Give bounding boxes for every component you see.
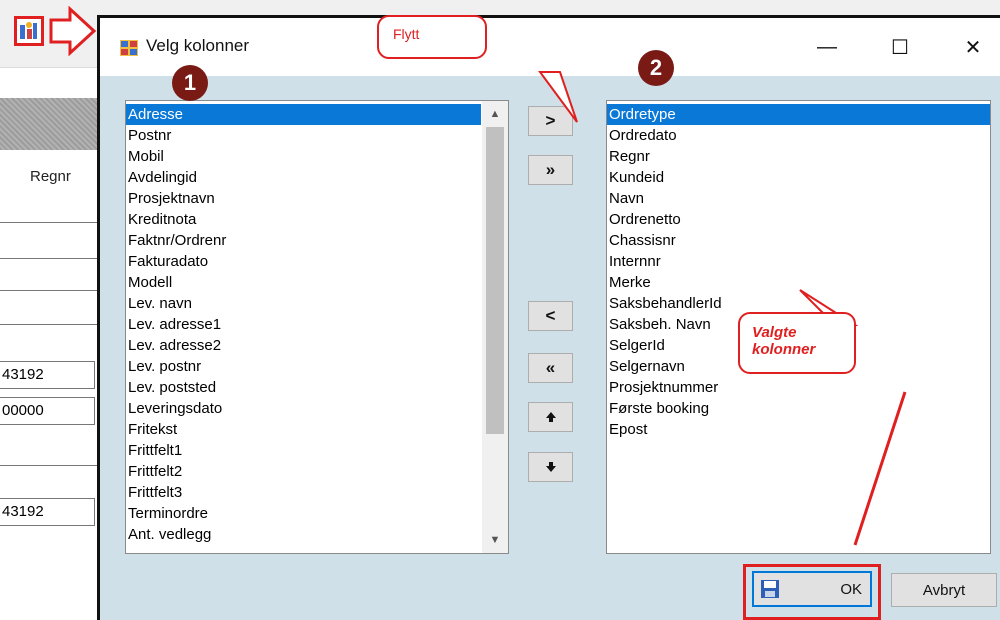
maximize-button[interactable]: ☐ (870, 18, 930, 76)
list-item[interactable]: Prosjektnavn (126, 188, 481, 209)
list-item[interactable]: Lev. adresse2 (126, 335, 481, 356)
annotation-arrow (49, 6, 97, 56)
list-item[interactable]: Lev. poststed (126, 377, 481, 398)
list-item[interactable]: Terminordre (126, 503, 481, 524)
annotation-flytt-text: Flytt (393, 26, 420, 42)
list-item[interactable]: Chassisnr (607, 230, 990, 251)
list-item[interactable]: Leveringsdato (126, 398, 481, 419)
background-row-line (0, 465, 100, 466)
list-item[interactable]: Prosjektnummer (607, 377, 990, 398)
background-grid-header (0, 98, 100, 150)
dialog-title: Velg kolonner (146, 36, 250, 55)
ok-button[interactable]: OK (752, 571, 872, 607)
choose-columns-dialog: Velg kolonner — ☐ ✕ Adresse Postnr Mobil Av… (97, 15, 1000, 620)
column-chooser-toolbar-button[interactable] (14, 16, 44, 46)
list-item[interactable]: Fritekst (126, 419, 481, 440)
background-row-line (0, 324, 100, 325)
available-columns-list[interactable]: Adresse Postnr Mobil Avdelingid Prosjektnavn… (125, 100, 509, 554)
background-row-line (0, 290, 100, 291)
badge-available-columns: 1 (172, 65, 208, 101)
available-columns-items: Adresse Postnr Mobil Avdelingid Prosjektnavn… (126, 104, 481, 545)
list-item[interactable]: Fakturadato (126, 251, 481, 272)
scroll-up-icon[interactable]: ▲ (482, 103, 508, 125)
list-item[interactable]: Merke (607, 272, 990, 293)
move-all-left-button[interactable]: « (528, 353, 573, 383)
list-item[interactable]: Faktnr/Ordrenr (126, 230, 481, 251)
chosen-columns-items: Ordretype Ordredato Regnr Kundeid Navn Ordren… (607, 104, 990, 440)
close-button[interactable]: ✕ (943, 18, 1000, 76)
list-item[interactable]: Lev. postnr (126, 356, 481, 377)
move-right-button[interactable]: > (528, 106, 573, 136)
list-item[interactable]: Kundeid (607, 167, 990, 188)
annotation-chosen-line1: Valgte (752, 324, 797, 341)
list-item[interactable]: Postnr (126, 125, 481, 146)
list-item[interactable]: Ant. vedlegg (126, 524, 481, 545)
list-item[interactable]: Navn (607, 188, 990, 209)
list-item[interactable]: Ordrenetto (607, 209, 990, 230)
annotation-chosen-text: Valgte kolonner (752, 324, 815, 358)
list-item[interactable]: Lev. adresse1 (126, 314, 481, 335)
annotation-chosen-line2: kolonner (752, 341, 816, 358)
list-item[interactable]: Internnr (607, 251, 990, 272)
list-item[interactable]: Frittfelt3 (126, 482, 481, 503)
list-item[interactable]: Ordretype (607, 104, 990, 125)
cancel-button[interactable]: Avbryt (891, 573, 997, 607)
move-left-button[interactable]: < (528, 301, 573, 331)
list-item[interactable]: Avdelingid (126, 167, 481, 188)
background-cell: 43192 (0, 498, 95, 526)
column-chooser-icon (20, 22, 37, 39)
minimize-button[interactable]: — (797, 18, 857, 76)
list-item[interactable]: Epost (607, 419, 990, 440)
scroll-down-icon[interactable]: ▼ (482, 529, 508, 551)
background-cell: 00000 (0, 397, 95, 425)
arrow-up-icon (545, 412, 556, 422)
scrollbar-thumb[interactable] (486, 127, 504, 434)
annotation-chosen-callout: Valgte kolonner (738, 312, 856, 374)
list-item[interactable]: Regnr (607, 146, 990, 167)
save-disk-icon (761, 580, 779, 598)
background-row-line (0, 222, 100, 223)
background-cell: 43192 (0, 361, 95, 389)
move-down-button[interactable] (528, 452, 573, 482)
list-item[interactable]: Første booking (607, 398, 990, 419)
list-item[interactable]: Ordredato (607, 125, 990, 146)
list-item[interactable]: Modell (126, 272, 481, 293)
annotation-flytt-callout: Flytt (377, 15, 487, 59)
arrow-down-icon (545, 462, 556, 472)
list-item[interactable]: Frittfelt2 (126, 461, 481, 482)
background-row-line (0, 258, 100, 259)
ok-label: OK (840, 581, 862, 598)
background-app: Regnr 43192 00000 43192 (0, 0, 100, 620)
list-item[interactable]: Mobil (126, 146, 481, 167)
list-item[interactable]: Frittfelt1 (126, 440, 481, 461)
list-item[interactable]: Adresse (126, 104, 481, 125)
list-item[interactable]: SaksbehandlerId (607, 293, 990, 314)
available-columns-scrollbar[interactable]: ▲ ▼ (482, 101, 508, 553)
background-column-header: Regnr (30, 168, 71, 185)
move-all-right-button[interactable]: » (528, 155, 573, 185)
dialog-titlebar: Velg kolonner — ☐ ✕ (100, 18, 1000, 76)
badge-chosen-columns: 2 (638, 50, 674, 86)
dialog-app-icon (120, 40, 138, 56)
move-up-button[interactable] (528, 402, 573, 432)
list-item[interactable]: Lev. navn (126, 293, 481, 314)
list-item[interactable]: Kreditnota (126, 209, 481, 230)
